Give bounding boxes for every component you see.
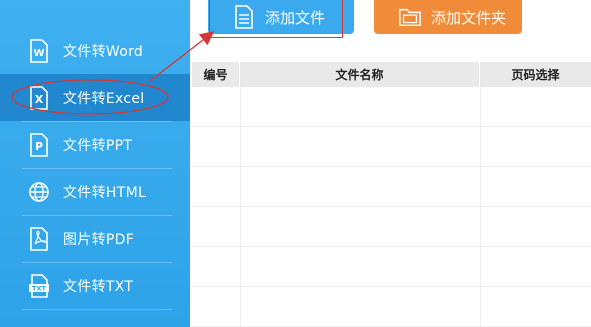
table-row (192, 207, 591, 247)
file-table-body (192, 87, 591, 327)
divider (22, 309, 172, 310)
svg-text:P: P (35, 140, 43, 153)
sidebar-item-label: 文件转HTML (63, 184, 147, 201)
globe-icon (28, 179, 50, 205)
svg-text:TXT: TXT (32, 284, 46, 292)
file-icon (232, 5, 256, 29)
txt-icon: TXT (28, 273, 50, 299)
column-header-filename[interactable]: 文件名称 (240, 62, 480, 87)
sidebar: W 文件转Word X 文件转Excel P 文件转PPT 文件转HTML 图片… (0, 0, 190, 327)
svg-text:X: X (35, 93, 44, 106)
sidebar-item-label: 图片转PDF (63, 231, 135, 248)
table-row (192, 167, 591, 207)
sidebar-item-txt[interactable]: TXT 文件转TXT (0, 262, 190, 309)
excel-icon: X (28, 85, 50, 111)
table-row (192, 127, 591, 167)
ppt-icon: P (28, 132, 50, 158)
table-header: 编号 文件名称 页码选择 (192, 62, 591, 87)
sidebar-item-ppt[interactable]: P 文件转PPT (0, 121, 190, 168)
word-icon: W (28, 38, 50, 64)
column-divider (240, 87, 241, 327)
add-file-label: 添加文件 (265, 8, 326, 27)
table-row (192, 247, 591, 287)
sidebar-item-word[interactable]: W 文件转Word (0, 27, 190, 74)
sidebar-item-label: 文件转Word (63, 43, 144, 60)
sidebar-item-label: 文件转PPT (63, 137, 133, 154)
folder-icon (398, 5, 422, 29)
svg-text:W: W (33, 48, 44, 59)
add-folder-label: 添加文件夹 (431, 8, 507, 27)
table-row (192, 287, 591, 327)
table-row (192, 87, 591, 127)
sidebar-item-label: 文件转TXT (63, 278, 134, 295)
add-file-button[interactable]: 添加文件 (208, 0, 354, 34)
column-divider (480, 87, 481, 327)
pdf-icon (28, 226, 50, 252)
add-folder-button[interactable]: 添加文件夹 (374, 0, 522, 34)
sidebar-item-html[interactable]: 文件转HTML (0, 168, 190, 215)
sidebar-item-excel[interactable]: X 文件转Excel (0, 74, 190, 121)
sidebar-item-pdf[interactable]: 图片转PDF (0, 215, 190, 262)
column-header-number[interactable]: 编号 (192, 62, 240, 87)
sidebar-item-label: 文件转Excel (63, 90, 145, 107)
column-header-page-select[interactable]: 页码选择 (480, 62, 591, 87)
